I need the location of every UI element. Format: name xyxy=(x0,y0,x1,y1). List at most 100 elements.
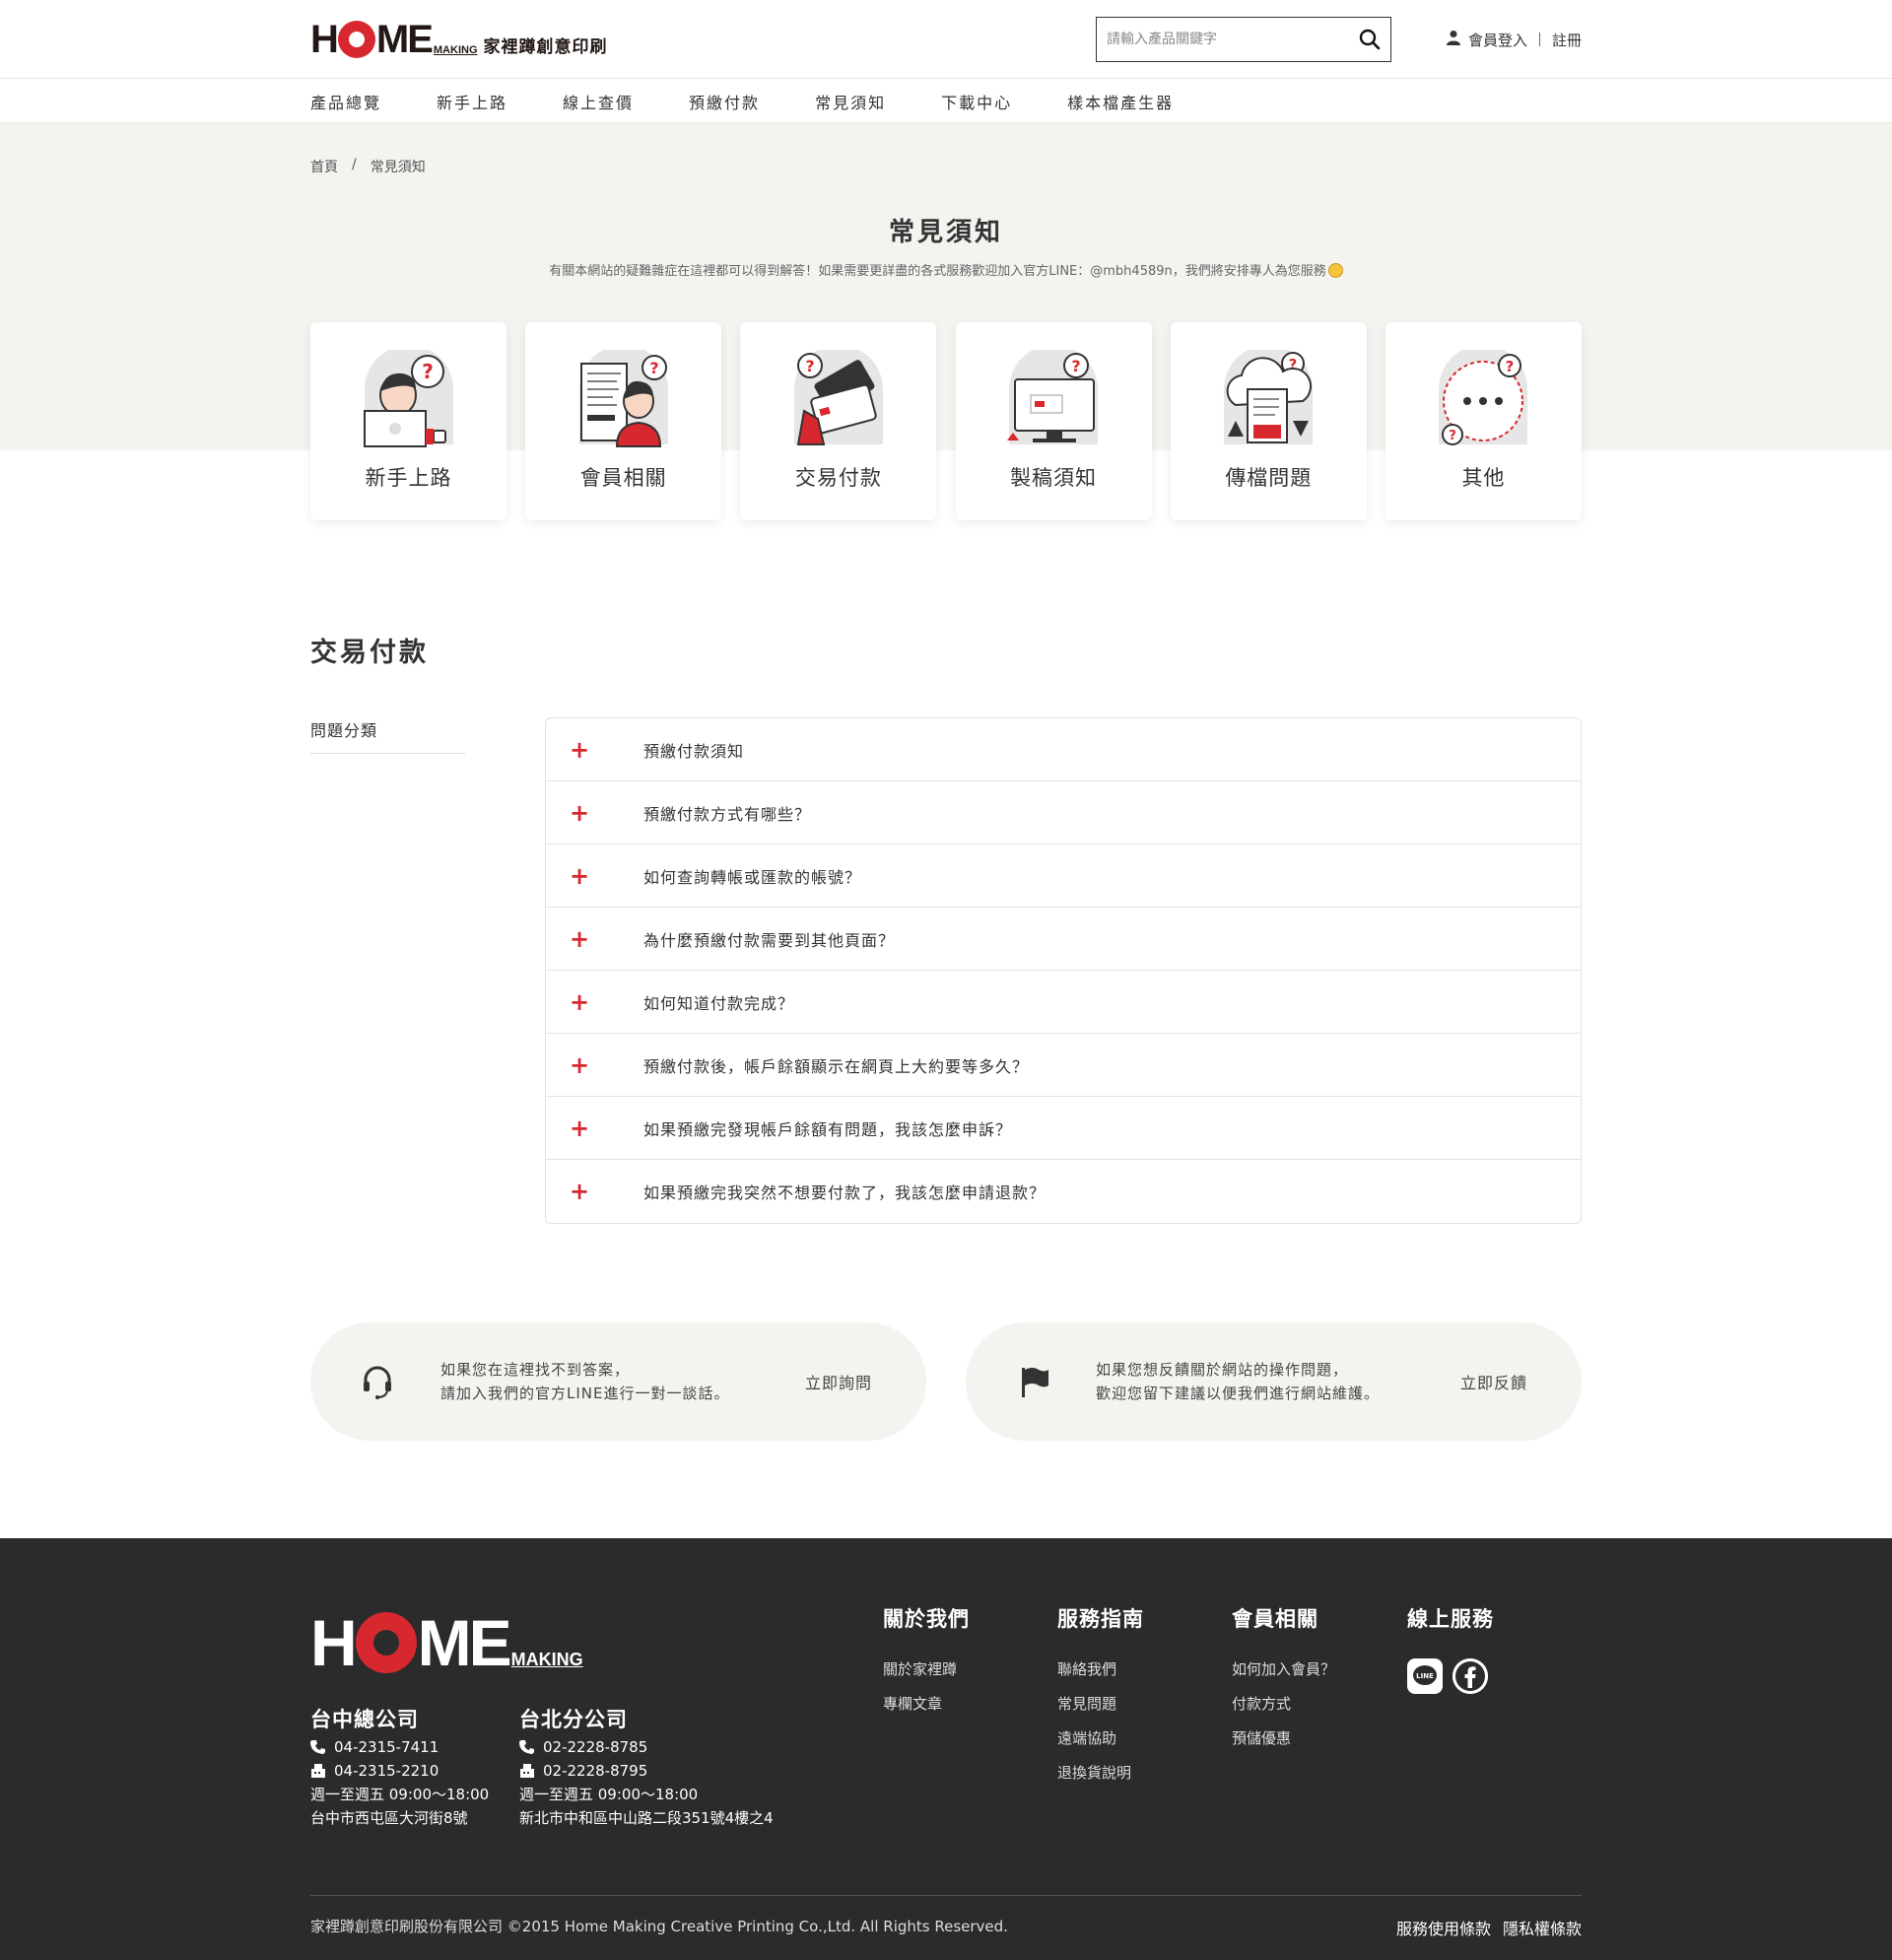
page-title: 常見須知 xyxy=(888,218,1003,247)
category-label: 其他 xyxy=(1461,466,1506,490)
nav-item-products[interactable]: 產品總覽 xyxy=(310,90,381,113)
category-label: 交易付款 xyxy=(794,466,882,490)
login-link[interactable]: 會員登入 xyxy=(1468,30,1527,50)
faq-item[interactable]: + 如果預繳完我突然不想要付款了，我該怎麼申請退款？ xyxy=(546,1160,1581,1223)
search-input[interactable] xyxy=(1106,32,1359,47)
nav-item-pricing[interactable]: 線上查價 xyxy=(563,90,634,113)
breadcrumb-home[interactable]: 首頁 xyxy=(310,157,338,176)
headset-icon xyxy=(358,1362,397,1401)
svg-text:?: ? xyxy=(1450,429,1457,443)
footer-link-payment[interactable]: 付款方式 xyxy=(1232,1693,1335,1714)
help-banners: 如果您在這裡找不到答案， 請加入我們的官方LINE進行一對一談話。 立即詢問 如… xyxy=(0,1322,1892,1441)
nav-item-download[interactable]: 下載中心 xyxy=(941,90,1012,113)
phone-icon xyxy=(310,1739,326,1755)
category-card-other[interactable]: ? ? 其他 xyxy=(1385,322,1582,520)
logo-o-mark xyxy=(337,21,375,58)
footer-logo[interactable]: H ME MAKING xyxy=(310,1605,583,1680)
terms-link[interactable]: 服務使用條款 xyxy=(1396,1916,1491,1939)
faq-item[interactable]: + 如何知道付款完成？ xyxy=(546,971,1581,1034)
phone-icon xyxy=(519,1739,535,1755)
member-illustration-icon: ? xyxy=(578,350,668,447)
plus-icon: + xyxy=(570,987,590,1016)
ask-now-link[interactable]: 立即詢問 xyxy=(805,1370,872,1393)
main-nav: 產品總覽 新手上路 線上查價 預繳付款 常見須知 下載中心 樣本檔產生器 xyxy=(0,79,1892,123)
facebook-icon[interactable] xyxy=(1453,1658,1488,1694)
nav-item-sample-generator[interactable]: 樣本檔產生器 xyxy=(1067,90,1174,113)
footer-link-deposit[interactable]: 預儲優惠 xyxy=(1232,1727,1335,1748)
help-box-feedback: 如果您想反饋關於網站的操作問題， 歡迎您留下建議以便我們進行網站維護。 立即反饋 xyxy=(966,1322,1582,1441)
site-header: HMEMAKING 家裡蹲創意印刷 會員登入 註冊 xyxy=(0,0,1892,79)
faq-question: 預繳付款方式有哪些？ xyxy=(643,804,812,824)
member-links: 會員登入 註冊 xyxy=(1446,30,1582,50)
faq-question: 如果預繳完我突然不想要付款了，我該怎麼申請退款？ xyxy=(643,1183,1047,1202)
faq-item[interactable]: + 預繳付款須知 xyxy=(546,718,1581,781)
footer-col-about: 關於我們 關於家裡蹲 專欄文章 xyxy=(883,1607,970,1714)
search-box xyxy=(1095,17,1391,62)
site-footer: H ME MAKING 台中總公司 04-2315-7411 04-2315-221… xyxy=(0,1538,1892,1960)
section-title: 交易付款 xyxy=(310,638,429,668)
category-label: 傳檔問題 xyxy=(1225,466,1313,490)
footer-link-join[interactable]: 如何加入會員？ xyxy=(1232,1658,1335,1679)
footer-link-faq[interactable]: 常見問題 xyxy=(1057,1693,1144,1714)
footer-col-online: 線上服務 LINE xyxy=(1407,1603,1494,1694)
feedback-now-link[interactable]: 立即反饋 xyxy=(1460,1370,1527,1393)
question-category-label[interactable]: 問題分類 xyxy=(310,717,465,754)
svg-text:?: ? xyxy=(422,360,434,383)
plus-icon: + xyxy=(570,861,590,890)
category-cards: ? 新手上路 ? 會員相關 ? 交易付款 ? 製稿須知 ? 傳檔問題 ? ? 其… xyxy=(0,322,1892,520)
site-logo[interactable]: H ME MAKING 家裡蹲創意印刷 xyxy=(310,18,608,62)
help-text: 如果您在這裡找不到答案， 請加入我們的官方LINE進行一對一談話。 xyxy=(440,1361,730,1402)
office-name: 台中總公司 xyxy=(310,1708,419,1731)
faq-question: 為什麼預繳付款需要到其他頁面？ xyxy=(643,930,896,950)
help-text: 如果您想反饋關於網站的操作問題， 歡迎您留下建議以便我們進行網站維護。 xyxy=(1096,1361,1381,1402)
faq-item[interactable]: + 預繳付款後，帳戶餘額顯示在網頁上大約要等多久？ xyxy=(546,1034,1581,1097)
beginner-illustration-icon: ? xyxy=(363,350,453,447)
privacy-link[interactable]: 隱私權條款 xyxy=(1503,1916,1582,1939)
category-card-payment[interactable]: ? 交易付款 xyxy=(740,322,937,520)
logo-o-mark xyxy=(355,1612,417,1673)
faq-question: 如何查詢轉帳或匯款的帳號？ xyxy=(643,867,862,887)
page-subtitle: 有關本網站的疑難雜症在這裡都可以得到解答！如果需要更詳盡的各式服務歡迎加入官方L… xyxy=(310,260,1582,279)
footer-link-about[interactable]: 關於家裡蹲 xyxy=(883,1658,970,1679)
faq-item[interactable]: + 為什麼預繳付款需要到其他頁面？ xyxy=(546,908,1581,971)
faq-question: 如果預繳完發現帳戶餘額有問題，我該怎麼申訴？ xyxy=(643,1119,1013,1139)
faq-item[interactable]: + 如何查詢轉帳或匯款的帳號？ xyxy=(546,845,1581,908)
fax-icon xyxy=(519,1763,535,1779)
cloud-upload-illustration-icon: ? xyxy=(1224,350,1314,444)
nav-item-faq[interactable]: 常見須知 xyxy=(815,90,886,113)
line-icon[interactable]: LINE xyxy=(1407,1658,1443,1694)
footer-link-contact[interactable]: 聯絡我們 xyxy=(1057,1658,1144,1679)
svg-text:?: ? xyxy=(649,359,658,377)
nav-item-prepay[interactable]: 預繳付款 xyxy=(689,90,760,113)
footer-link-returns[interactable]: 退換貨說明 xyxy=(1057,1762,1144,1783)
plus-icon: + xyxy=(570,1178,590,1205)
category-card-member[interactable]: ? 會員相關 xyxy=(525,322,722,520)
category-card-artwork[interactable]: ? 製稿須知 xyxy=(955,322,1152,520)
footer-col-member: 會員相關 如何加入會員？ 付款方式 預儲優惠 xyxy=(1232,1607,1336,1748)
svg-text:?: ? xyxy=(1071,357,1080,375)
register-link[interactable]: 註冊 xyxy=(1552,30,1582,50)
copyright: 家裡蹲創意印刷股份有限公司 ©2015 Home Making Creative… xyxy=(310,1918,1008,1935)
faq-question: 預繳付款須知 xyxy=(643,741,745,761)
office-name: 台北分公司 xyxy=(519,1708,628,1731)
plus-icon: + xyxy=(570,735,590,764)
faq-item[interactable]: + 如果預繳完發現帳戶餘額有問題，我該怎麼申訴？ xyxy=(546,1097,1581,1160)
fax-icon xyxy=(310,1763,326,1779)
breadcrumb-separator: / xyxy=(352,157,357,172)
category-card-upload[interactable]: ? 傳檔問題 xyxy=(1170,322,1367,520)
search-icon[interactable] xyxy=(1359,29,1381,50)
logo-chinese-name: 家裡蹲創意印刷 xyxy=(483,36,608,57)
computer-illustration-icon: ? xyxy=(1007,350,1099,444)
faq-question: 如何知道付款完成？ xyxy=(643,993,795,1013)
category-card-beginner[interactable]: ? 新手上路 xyxy=(310,322,507,520)
svg-text:?: ? xyxy=(805,357,814,375)
nav-item-beginner[interactable]: 新手上路 xyxy=(437,90,507,113)
breadcrumb: 首頁 / 常見須知 xyxy=(310,123,1582,176)
footer-bottom: 家裡蹲創意印刷股份有限公司 ©2015 Home Making Creative… xyxy=(310,1895,1582,1939)
plus-icon: + xyxy=(570,1114,590,1142)
footer-link-articles[interactable]: 專欄文章 xyxy=(883,1693,970,1714)
faq-question: 預繳付款後，帳戶餘額顯示在網頁上大約要等多久？ xyxy=(643,1056,1030,1076)
faq-item[interactable]: + 預繳付款方式有哪些？ xyxy=(546,781,1581,845)
breadcrumb-current: 常見須知 xyxy=(370,160,426,175)
footer-link-remote[interactable]: 遠端協助 xyxy=(1057,1727,1144,1748)
